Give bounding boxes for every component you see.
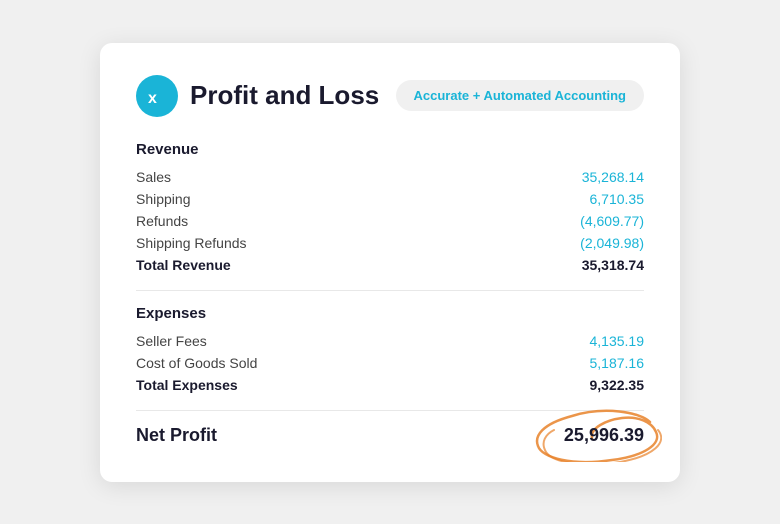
revenue-section: Revenue Sales 35,268.14 Shipping 6,710.3… <box>136 141 644 276</box>
expenses-section-title: Expenses <box>136 305 644 322</box>
card-header: x Profit and Loss Accurate + Automated A… <box>136 75 644 117</box>
revenue-shipping-value: 6,710.35 <box>590 191 645 207</box>
expenses-seller-fees-row: Seller Fees 4,135.19 <box>136 330 644 352</box>
revenue-sales-row: Sales 35,268.14 <box>136 166 644 188</box>
badge: Accurate + Automated Accounting <box>396 80 644 111</box>
revenue-shipping-row: Shipping 6,710.35 <box>136 188 644 210</box>
revenue-sales-value: 35,268.14 <box>582 169 644 185</box>
section-divider <box>136 290 644 291</box>
profit-loss-card: x Profit and Loss Accurate + Automated A… <box>100 43 680 482</box>
net-profit-label: Net Profit <box>136 425 217 446</box>
expenses-total-label: Total Expenses <box>136 377 238 393</box>
revenue-shipping-refunds-label: Shipping Refunds <box>136 235 247 251</box>
revenue-section-title: Revenue <box>136 141 644 158</box>
revenue-refunds-label: Refunds <box>136 213 188 229</box>
net-profit-row: Net Profit 25,996.39 <box>136 425 644 446</box>
revenue-total-value: 35,318.74 <box>582 257 644 273</box>
net-profit-divider <box>136 410 644 411</box>
expenses-cogs-value: 5,187.16 <box>590 355 645 371</box>
expenses-section: Expenses Seller Fees 4,135.19 Cost of Go… <box>136 305 644 396</box>
expenses-cogs-row: Cost of Goods Sold 5,187.16 <box>136 352 644 374</box>
xero-logo: x <box>136 75 178 117</box>
expenses-cogs-label: Cost of Goods Sold <box>136 355 257 371</box>
revenue-sales-label: Sales <box>136 169 171 185</box>
revenue-total-row: Total Revenue 35,318.74 <box>136 254 644 276</box>
revenue-shipping-label: Shipping <box>136 191 191 207</box>
expenses-total-row: Total Expenses 9,322.35 <box>136 374 644 396</box>
revenue-refunds-row: Refunds (4,609.77) <box>136 210 644 232</box>
revenue-shipping-refunds-row: Shipping Refunds (2,049.98) <box>136 232 644 254</box>
expenses-seller-fees-value: 4,135.19 <box>590 333 645 349</box>
expenses-total-value: 9,322.35 <box>590 377 645 393</box>
revenue-refunds-value: (4,609.77) <box>580 213 644 229</box>
logo-title-group: x Profit and Loss <box>136 75 379 117</box>
net-profit-value: 25,996.39 <box>564 425 644 446</box>
svg-text:x: x <box>148 90 157 107</box>
expenses-seller-fees-label: Seller Fees <box>136 333 207 349</box>
revenue-total-label: Total Revenue <box>136 257 231 273</box>
revenue-shipping-refunds-value: (2,049.98) <box>580 235 644 251</box>
page-title: Profit and Loss <box>190 80 379 111</box>
